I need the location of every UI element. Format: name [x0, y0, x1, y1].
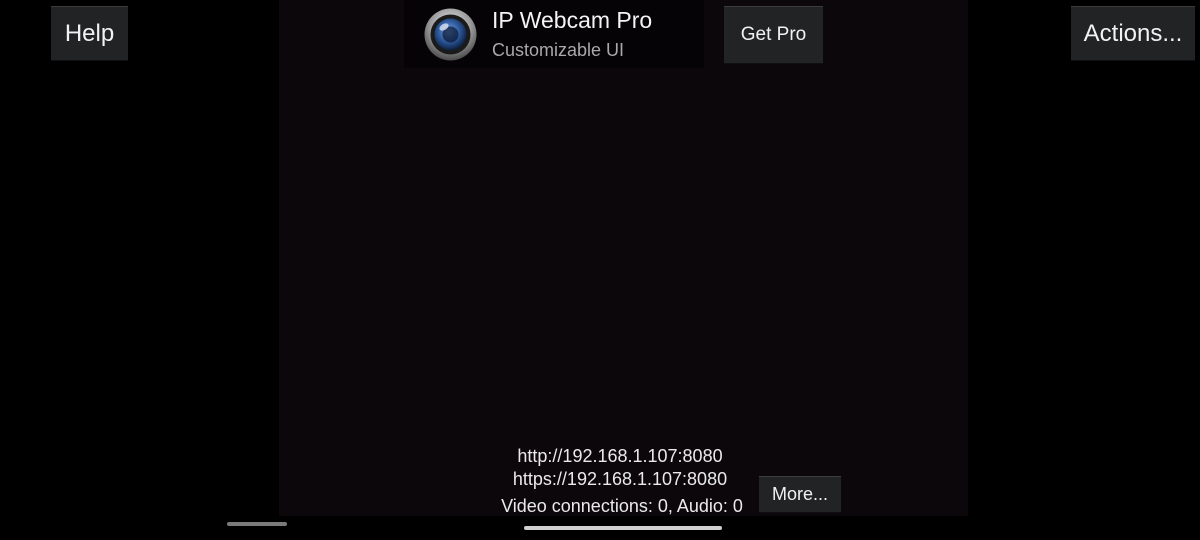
- gesture-nav-bar[interactable]: [524, 526, 722, 530]
- get-pro-button[interactable]: Get Pro: [724, 6, 823, 64]
- app-screen: Help IP Webcam Pro Customizable UI Get P…: [0, 0, 1200, 540]
- scroll-indicator: [227, 522, 287, 526]
- help-button[interactable]: Help: [51, 6, 128, 61]
- camera-preview[interactable]: [279, 0, 968, 516]
- app-subtitle: Customizable UI: [492, 40, 625, 60]
- https-url-text: https://192.168.1.107:8080: [512, 469, 728, 489]
- connections-status: Video connections: 0, Audio: 0: [501, 496, 743, 516]
- camera-lens-icon: [424, 8, 477, 61]
- more-button[interactable]: More...: [759, 476, 841, 513]
- http-url-text: http://192.168.1.107:8080: [517, 446, 723, 466]
- actions-button[interactable]: Actions...: [1071, 6, 1195, 61]
- app-title: IP Webcam Pro: [492, 7, 653, 33]
